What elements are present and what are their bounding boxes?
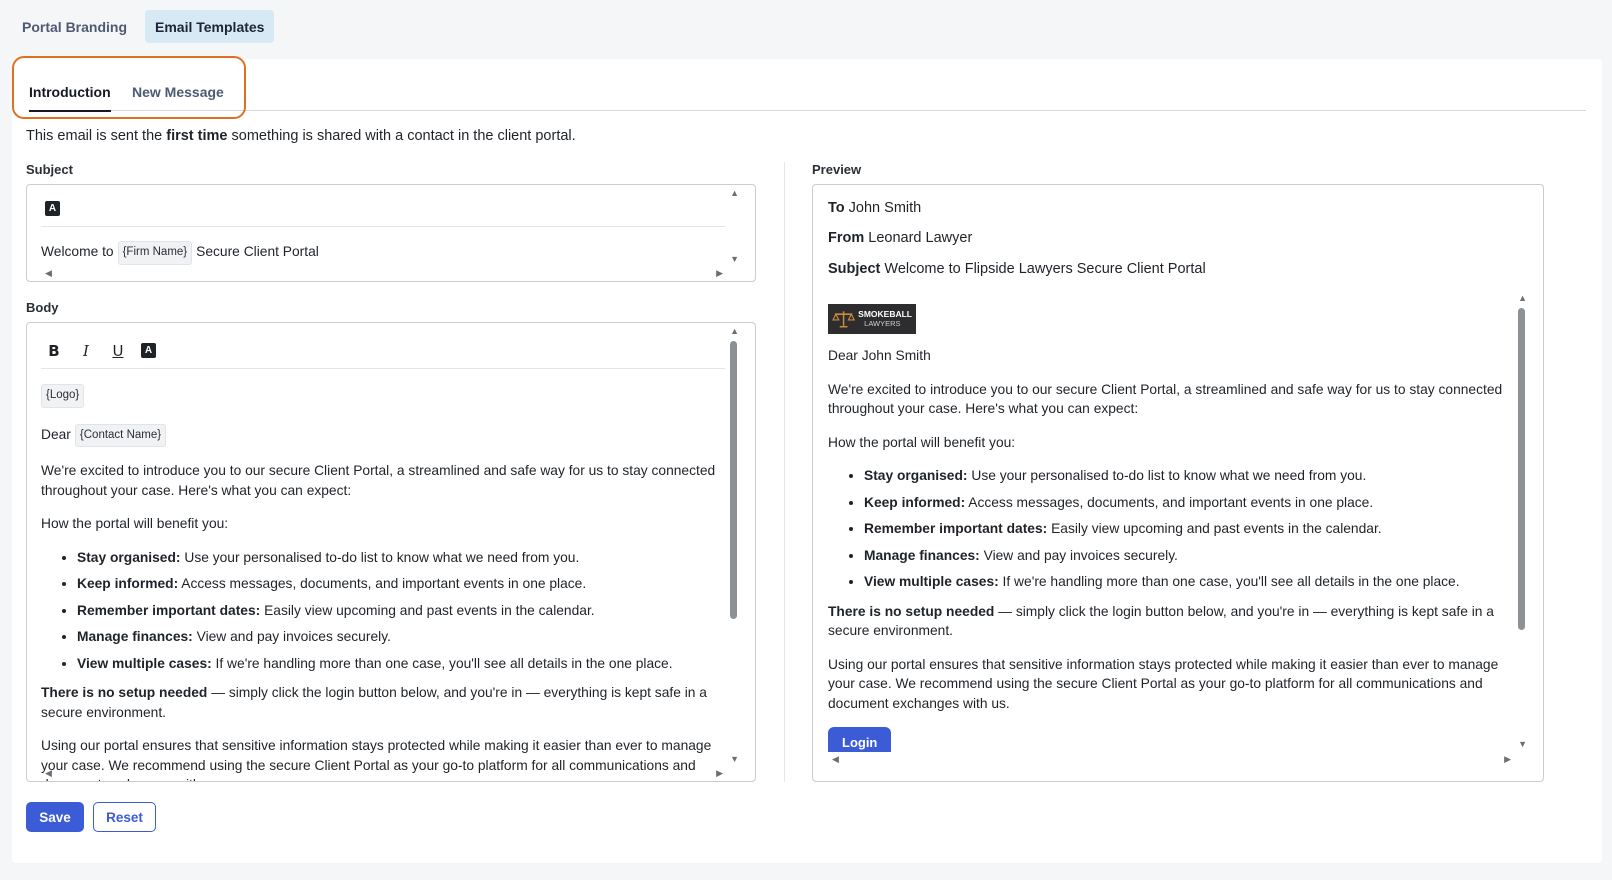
preview-body: SMOKEBALL LAWYERS Dear John Smith We're … <box>828 304 1519 752</box>
setup-paragraph: There is no setup needed — simply click … <box>41 685 707 720</box>
subject-content[interactable]: Welcome to {Firm Name} Secure Client Porta… <box>41 241 725 265</box>
preview-greeting: Dear John Smith <box>828 348 931 363</box>
contact-name-tag: {Contact Name} <box>74 423 167 447</box>
list-item: View multiple cases: If we're handling m… <box>864 572 1519 592</box>
vertical-scrollbar-thumb[interactable] <box>1518 308 1525 630</box>
subject-label: Subject <box>26 162 73 177</box>
scroll-right-arrow[interactable]: ▶ <box>1504 755 1511 764</box>
tab-new-message[interactable]: New Message <box>132 73 224 111</box>
top-tabs: Portal Branding Email Templates <box>12 10 275 43</box>
text-color-icon[interactable]: A <box>141 343 156 358</box>
preview-label: Preview <box>812 162 862 177</box>
list-item: Manage finances: View and pay invoices s… <box>77 627 725 647</box>
scroll-right-arrow[interactable]: ▶ <box>716 769 723 778</box>
scroll-down-arrow[interactable]: ▼ <box>1518 740 1527 749</box>
body-content[interactable]: {Logo} Dear {Contact Name} We're excited … <box>41 384 725 781</box>
vertical-scrollbar-thumb[interactable] <box>730 341 737 619</box>
list-item: Manage finances: View and pay invoices s… <box>864 546 1519 566</box>
scroll-left-arrow[interactable]: ◀ <box>45 769 52 778</box>
bold-icon[interactable]: B <box>45 342 63 360</box>
preview-to: To John Smith <box>828 200 922 216</box>
firm-logo: SMOKEBALL LAWYERS <box>828 304 916 334</box>
list-item: Stay organised: Use your personalised to… <box>77 548 725 568</box>
benefit-heading: How the portal will benefit you: <box>828 434 1016 450</box>
column-divider <box>784 162 785 782</box>
template-sub-tabs: Introduction New Message <box>12 56 1586 119</box>
list-item: View multiple cases: If we're handling m… <box>77 654 725 674</box>
underline-icon[interactable]: U <box>109 342 127 360</box>
template-description: This email is sent the first time someth… <box>26 128 576 144</box>
benefit-heading: How the portal will benefit you: <box>41 516 229 531</box>
list-item: Keep informed: Access messages, document… <box>864 493 1519 513</box>
body-editor[interactable]: B I U A {Logo} Dear {Contact Name} We're … <box>26 322 756 782</box>
scroll-right-arrow[interactable]: ▶ <box>716 269 723 278</box>
list-item: Keep informed: Access messages, document… <box>77 574 725 594</box>
text-color-icon[interactable]: A <box>45 201 60 216</box>
subject-editor[interactable]: A Welcome to {Firm Name} Secure Client Por… <box>26 184 756 282</box>
closing-paragraph: Using our portal ensures that sensitive … <box>828 656 1499 711</box>
scroll-up-arrow[interactable]: ▲ <box>730 189 739 198</box>
scroll-up-arrow[interactable]: ▲ <box>730 327 739 336</box>
preview-from: From Leonard Lawyer <box>828 230 973 246</box>
intro-paragraph: We're excited to introduce you to our se… <box>41 463 716 498</box>
list-item: Remember important dates: Easily view up… <box>77 601 725 621</box>
tab-email-templates[interactable]: Email Templates <box>145 10 275 43</box>
save-button[interactable]: Save <box>26 802 84 832</box>
logo-tag: {Logo} <box>41 384 85 408</box>
list-item: Stay organised: Use your personalised to… <box>864 466 1519 486</box>
scroll-left-arrow[interactable]: ◀ <box>45 269 52 278</box>
scroll-down-arrow[interactable]: ▼ <box>730 255 739 264</box>
closing-paragraph: Using our portal ensures that sensitive … <box>41 738 712 781</box>
intro-paragraph: We're excited to introduce you to our se… <box>828 381 1503 417</box>
italic-icon[interactable]: I <box>77 342 95 360</box>
scroll-down-arrow[interactable]: ▼ <box>730 755 739 764</box>
login-button[interactable]: Login <box>828 727 892 752</box>
setup-paragraph: There is no setup needed — simply click … <box>828 603 1494 639</box>
body-label: Body <box>26 300 59 315</box>
tab-introduction[interactable]: Introduction <box>29 73 111 112</box>
scroll-left-arrow[interactable]: ◀ <box>832 755 839 764</box>
reset-button[interactable]: Reset <box>93 802 156 832</box>
benefit-list: Stay organised: Use your personalised to… <box>77 548 725 674</box>
firm-name-tag: {Firm Name} <box>117 241 193 265</box>
subject-toolbar: A <box>41 191 725 227</box>
scales-icon <box>832 311 856 328</box>
preview-subject: Subject Welcome to Flipside Lawyers Secu… <box>828 261 1206 277</box>
benefit-list: Stay organised: Use your personalised to… <box>864 466 1519 592</box>
scroll-up-arrow[interactable]: ▲ <box>1518 294 1527 303</box>
tab-portal-branding[interactable]: Portal Branding <box>12 10 137 43</box>
email-templates-panel: Introduction New Message This email is s… <box>12 56 1602 863</box>
logo-text: SMOKEBALL LAWYERS <box>858 309 912 329</box>
body-toolbar: B I U A <box>41 333 725 369</box>
email-preview: To John Smith From Leonard Lawyer Subjec… <box>812 184 1544 782</box>
list-item: Remember important dates: Easily view up… <box>864 519 1519 539</box>
